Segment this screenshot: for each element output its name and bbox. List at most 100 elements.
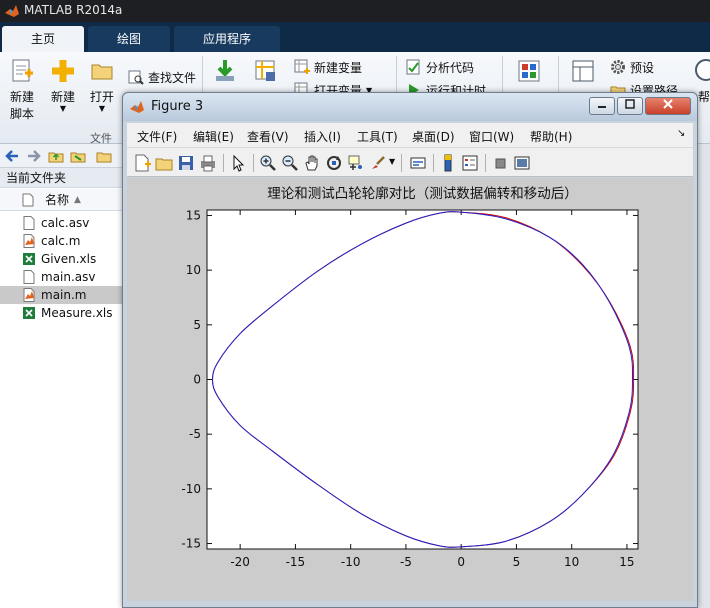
- new-script-label-1: 新建: [9, 90, 34, 104]
- file-item-calc-asv[interactable]: calc.asv: [0, 214, 122, 232]
- menu-tools[interactable]: 工具(T): [357, 128, 398, 145]
- zoom-out-icon[interactable]: [281, 154, 299, 172]
- y-tick-label: -15: [181, 537, 201, 551]
- file-item-given-xls[interactable]: Given.xls: [0, 250, 122, 268]
- hide-plot-tools-icon[interactable]: [491, 154, 509, 172]
- figure-menu-bar: 文件(F) 编辑(E) 查看(V) 插入(I) 工具(T) 桌面(D) 窗口(W…: [127, 123, 693, 147]
- open-button[interactable]: 打开 ▼: [86, 58, 118, 113]
- rotate-3d-icon[interactable]: [325, 154, 343, 172]
- figure-title: Figure 3: [151, 99, 204, 114]
- tab-plots[interactable]: 绘图: [88, 26, 170, 52]
- file-name: calc.m: [41, 234, 81, 248]
- close-icon: [663, 99, 673, 109]
- name-column-header[interactable]: 名称 ▲: [0, 189, 122, 211]
- app-title: MATLAB R2014a: [24, 3, 123, 17]
- tab-home[interactable]: 主页: [2, 26, 84, 52]
- file-name: main.asv: [41, 270, 96, 284]
- save-workspace-icon: [255, 60, 275, 81]
- plot-axes[interactable]: 理论和测试凸轮轮廓对比（测试数据偏转和移动后） -20 -15 -10 -5 0 5 10 1…: [181, 185, 639, 569]
- find-files-icon: [128, 70, 144, 85]
- import-data-icon: [216, 60, 234, 81]
- toolbar-separator: [433, 154, 434, 172]
- forward-arrow-icon[interactable]: [26, 148, 42, 167]
- brush-dropdown-icon[interactable]: ▼: [389, 157, 395, 166]
- x-tick-label: 0: [457, 555, 465, 569]
- maximize-icon: [625, 99, 635, 109]
- menu-window[interactable]: 窗口(W): [469, 128, 514, 145]
- analyze-code-icon: [406, 59, 420, 75]
- save-workspace-button[interactable]: [250, 58, 280, 88]
- menu-desktop[interactable]: 桌面(D): [412, 128, 455, 145]
- new-figure-icon[interactable]: [133, 154, 151, 172]
- minimize-button[interactable]: [589, 97, 615, 115]
- analyze-code-button[interactable]: 分析代码: [406, 58, 474, 76]
- link-plot-icon[interactable]: [409, 154, 427, 172]
- new-variable-button[interactable]: 新建变量: [294, 58, 362, 76]
- legend-icon[interactable]: [461, 154, 479, 172]
- new-script-button[interactable]: 新建 脚本: [4, 58, 40, 122]
- pointer-icon[interactable]: [229, 154, 247, 172]
- y-tick-label: 5: [193, 318, 201, 332]
- up-folder-icon[interactable]: [48, 148, 64, 167]
- figure-title-bar[interactable]: Figure 3: [123, 93, 697, 121]
- toolbar-separator: [401, 154, 402, 172]
- open-file-icon[interactable]: [155, 154, 173, 172]
- menu-edit[interactable]: 编辑(E): [193, 128, 234, 145]
- matlab-title-bar: MATLAB R2014a: [0, 0, 710, 22]
- dock-arrow-icon[interactable]: ↘: [677, 128, 685, 139]
- minimize-icon: [598, 106, 606, 108]
- new-button[interactable]: 新建 ▼: [46, 58, 80, 113]
- toolbar-separator: [485, 154, 486, 172]
- find-files-button[interactable]: 查找文件: [128, 68, 196, 86]
- analyze-code-label: 分析代码: [426, 60, 475, 75]
- toolbar-separator: [223, 154, 224, 172]
- maximize-button[interactable]: [617, 97, 643, 115]
- open-dropdown-icon: ▼: [98, 104, 106, 113]
- m-file-icon: [23, 288, 35, 302]
- import-data-button[interactable]: [210, 58, 240, 88]
- file-item-main-asv[interactable]: main.asv: [0, 268, 122, 286]
- zoom-in-icon[interactable]: [259, 154, 277, 172]
- y-tick-label: 15: [186, 208, 201, 222]
- path-folder-icon[interactable]: [96, 148, 112, 167]
- preferences-button[interactable]: 预设: [610, 58, 654, 76]
- find-files-label: 查找文件: [148, 70, 197, 85]
- menu-insert[interactable]: 插入(I): [304, 128, 341, 145]
- menu-file[interactable]: 文件(F): [137, 128, 177, 145]
- file-name: Given.xls: [41, 252, 97, 266]
- y-tick-label: 10: [186, 263, 201, 277]
- gear-icon: [611, 60, 625, 74]
- colorbar-icon[interactable]: [439, 154, 457, 172]
- new-label: 新建: [50, 90, 75, 104]
- data-cursor-icon[interactable]: [347, 154, 365, 172]
- simulink-button[interactable]: [514, 58, 544, 88]
- brush-icon[interactable]: [369, 154, 387, 172]
- layout-button[interactable]: [568, 58, 598, 88]
- print-icon[interactable]: [199, 154, 217, 172]
- file-item-main-m[interactable]: main.m: [0, 286, 122, 304]
- x-tick-label: 5: [513, 555, 521, 569]
- close-button[interactable]: [645, 97, 691, 115]
- file-name: calc.asv: [41, 216, 90, 230]
- file-item-calc-m[interactable]: calc.m: [0, 232, 122, 250]
- menu-view[interactable]: 查看(V): [247, 128, 289, 145]
- sort-ascending-icon: ▲: [74, 195, 81, 205]
- file-item-measure-xls[interactable]: Measure.xls: [0, 304, 122, 322]
- new-dropdown-icon: ▼: [59, 104, 67, 113]
- show-plot-tools-icon[interactable]: [513, 154, 531, 172]
- new-variable-icon: [294, 59, 310, 74]
- preferences-label: 预设: [630, 60, 655, 75]
- pan-hand-icon[interactable]: [303, 154, 321, 172]
- tab-apps[interactable]: 应用程序: [174, 26, 280, 52]
- browse-folder-icon[interactable]: [70, 148, 86, 167]
- open-folder-icon: [91, 64, 113, 80]
- name-column-label: 名称: [45, 193, 70, 207]
- menu-help[interactable]: 帮助(H): [530, 128, 572, 145]
- new-plus-icon: [52, 60, 74, 82]
- document-icon: [23, 216, 35, 230]
- back-arrow-icon[interactable]: [4, 148, 20, 167]
- save-icon[interactable]: [177, 154, 195, 172]
- x-tick-label: 10: [564, 555, 579, 569]
- excel-file-icon: [23, 307, 35, 319]
- figure-canvas[interactable]: 理论和测试凸轮轮廓对比（测试数据偏转和移动后） -20 -15 -10 -5 0 5 10 1…: [127, 178, 693, 601]
